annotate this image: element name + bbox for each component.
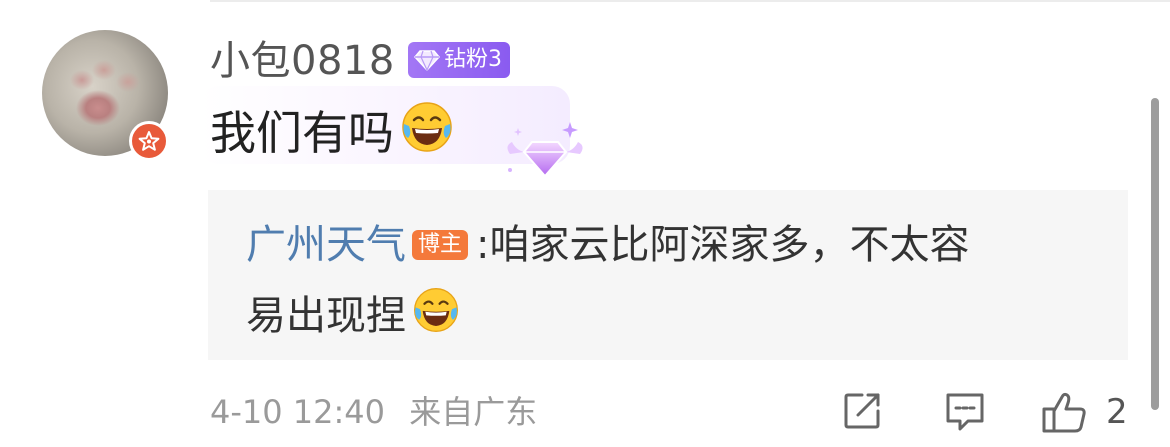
blogger-tag: 博主: [412, 230, 469, 260]
vip-star-icon: [129, 121, 169, 161]
username[interactable]: 小包0818: [210, 38, 395, 84]
scrollbar[interactable]: [1151, 98, 1159, 410]
timestamp: 4-10 12:40: [210, 393, 386, 431]
reply-line: 广州天气 博主 : 咱家云比阿深家多，不太容: [246, 220, 970, 270]
diamond-bubble-decoration-icon: [500, 118, 590, 188]
reply-author-link[interactable]: 广州天气: [246, 220, 406, 270]
location: 来自广东: [409, 393, 538, 431]
comment-meta: 4-10 12:40 来自广东: [210, 392, 537, 432]
comment-text-content: 我们有吗: [210, 106, 394, 160]
comment-icon[interactable]: [942, 389, 988, 437]
reply-line-2: 易出现捏: [246, 286, 460, 346]
laughing-crying-emoji-icon: [412, 286, 460, 346]
reply-text-line1: 咱家云比阿深家多，不太容: [489, 222, 970, 268]
reply-text-line2: 易出现捏: [246, 293, 406, 339]
reply-separator: :: [476, 222, 490, 268]
share-icon[interactable]: [840, 389, 884, 437]
thumbs-up-icon[interactable]: [1040, 389, 1090, 439]
comment-text: 我们有吗: [210, 100, 454, 166]
like-count: 2: [1106, 392, 1128, 432]
diamond-icon: [414, 50, 440, 71]
fan-level-badge[interactable]: 钻粉3: [408, 42, 510, 78]
fan-badge-label: 钻粉3: [444, 47, 502, 72]
top-divider: [210, 0, 1170, 2]
laughing-crying-emoji-icon: [400, 100, 454, 166]
